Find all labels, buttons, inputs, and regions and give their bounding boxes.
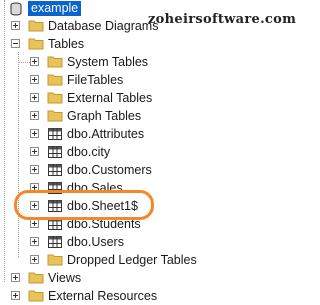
database-name-label: example [28,1,82,16]
highlight-ring [14,190,154,220]
expand-plus-icon[interactable] [30,147,39,156]
tree-node-label: System Tables [67,55,149,69]
tree-node-external-resources[interactable]: External Resources [0,287,316,305]
tree-node-label: Tables [48,37,85,51]
folder-icon [47,56,63,68]
expand-plus-icon[interactable] [11,291,20,300]
tree-node-views[interactable]: Views [0,269,316,287]
tree-node-tables[interactable]: Tables [0,35,316,53]
tree-node-label: dbo.Users [67,235,124,249]
folder-icon [47,92,63,104]
tree-node-external-tables[interactable]: External Tables [0,89,316,107]
table-icon [48,128,62,140]
folder-icon [28,290,44,302]
collapse-minus-icon[interactable] [11,39,20,48]
expand-plus-icon[interactable] [30,165,39,174]
tree-node-label: External Resources [48,289,158,303]
tree-node-label: Views [48,271,82,285]
tree-node-table[interactable]: dbo.Attributes [0,125,316,143]
folder-icon [28,272,44,284]
expand-plus-icon[interactable] [30,93,39,102]
watermark-text: zoheirsoftware.com [148,12,297,27]
expand-plus-icon[interactable] [30,219,39,228]
expand-plus-icon[interactable] [11,273,20,282]
expand-plus-icon[interactable] [30,75,39,84]
tree-node-system-tables[interactable]: System Tables [0,53,316,71]
expand-plus-icon[interactable] [30,237,39,246]
tree-node-label: Dropped Ledger Tables [67,253,197,267]
database-icon [10,2,22,16]
expand-plus-icon[interactable] [30,255,39,264]
tree-node-table[interactable]: dbo.Customers [0,161,316,179]
tree-node-label: dbo.Customers [67,163,152,177]
expand-plus-icon[interactable] [30,111,39,120]
tree-node-dropped-ledger-tables[interactable]: Dropped Ledger Tables [0,251,316,269]
tree-node-label: Database Diagrams [48,19,159,33]
table-icon [48,146,62,158]
expand-plus-icon[interactable] [30,57,39,66]
folder-icon [47,254,63,266]
tree-node-label: FileTables [67,73,124,87]
table-icon [48,236,62,248]
expand-plus-icon[interactable] [11,21,20,30]
tree-node-graph-tables[interactable]: Graph Tables [0,107,316,125]
tree-node-filetables[interactable]: FileTables [0,71,316,89]
object-explorer-tree: example Database Diagrams Tables System … [0,0,316,303]
expand-plus-icon[interactable] [30,129,39,138]
folder-icon [47,110,63,122]
tree-node-label: Graph Tables [67,109,142,123]
table-icon [48,164,62,176]
folder-icon [28,20,44,32]
tree-node-table[interactable]: dbo.Users [0,233,316,251]
tree-node-label: dbo.Attributes [67,127,145,141]
tree-node-table[interactable]: dbo.city [0,143,316,161]
tree-node-label: dbo.city [67,145,111,159]
folder-icon [47,74,63,86]
folder-icon [28,38,44,50]
tree-node-label: External Tables [67,91,153,105]
